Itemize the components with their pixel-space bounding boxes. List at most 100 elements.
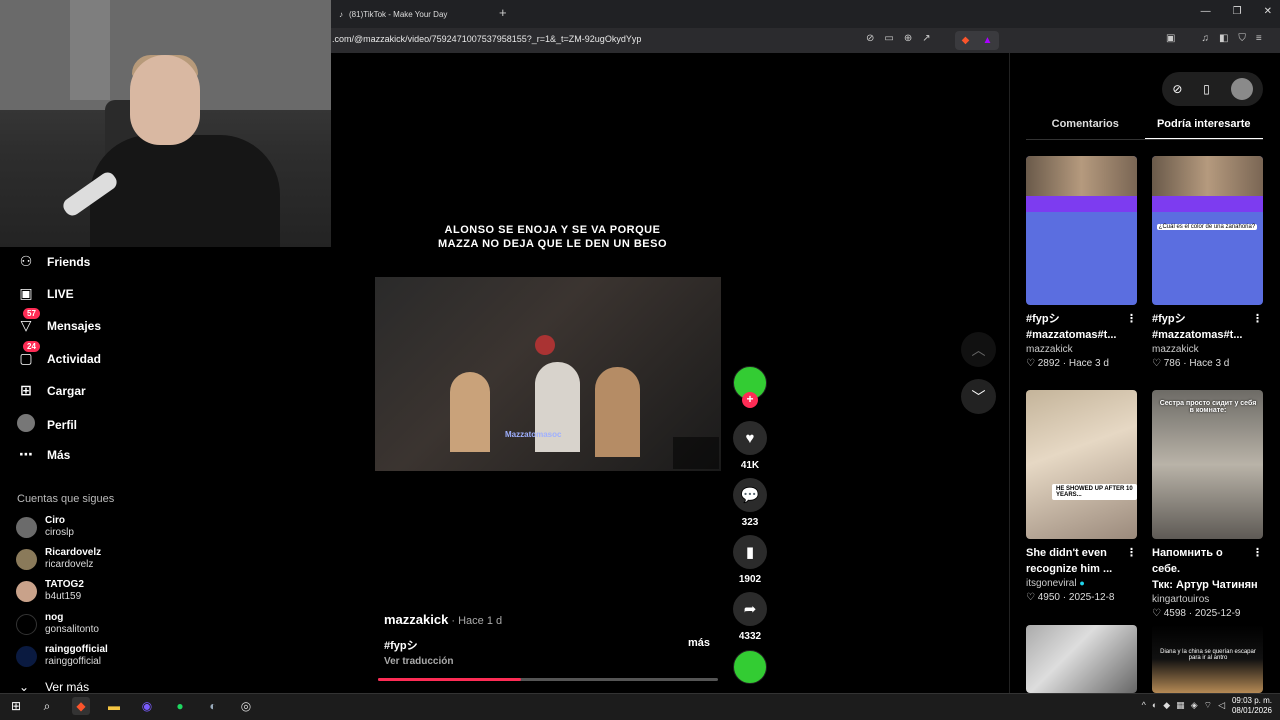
- video-thumbnail: [1026, 625, 1137, 693]
- user-avatar[interactable]: [1230, 78, 1253, 100]
- more-button[interactable]: más: [688, 637, 710, 649]
- video-author[interactable]: mazzakick · Hace 1 d: [384, 612, 502, 627]
- vpn-icon[interactable]: ⛉: [1238, 33, 1246, 44]
- discord-icon[interactable]: ◉: [138, 697, 156, 715]
- video-progress-bar[interactable]: [378, 678, 718, 681]
- brave-browser-icon[interactable]: ◆: [72, 697, 90, 715]
- clock[interactable]: 09:03 p. m. 08/01/2026: [1232, 696, 1272, 716]
- progress-fill: [378, 678, 521, 681]
- upload-icon: ⊞: [20, 382, 32, 398]
- brave-rewards-icon[interactable]: ▲: [982, 35, 992, 46]
- recommended-video-card[interactable]: ¿Cuál es el color de una zanahoria? #fyp…: [1152, 156, 1263, 369]
- heart-outline-icon: ♡: [1152, 608, 1161, 619]
- heart-outline-icon: ♡: [1152, 358, 1161, 369]
- restore-icon[interactable]: ❐: [1233, 6, 1242, 17]
- recommended-video-card[interactable]: Сестра просто сидит у себя в комнате: На…: [1152, 390, 1263, 619]
- steam-tray-icon[interactable]: ◐: [1152, 700, 1157, 711]
- friends-icon: ⚇: [19, 253, 33, 269]
- heart-outline-icon: ♡: [1026, 592, 1035, 603]
- tab-comments[interactable]: Comentarios: [1026, 116, 1145, 140]
- phone-icon[interactable]: ▯: [1203, 82, 1210, 96]
- brave-shields[interactable]: ◆ ▲: [955, 31, 999, 50]
- avatar: [16, 580, 37, 602]
- heart-icon: ♥: [745, 429, 755, 447]
- taskbar: [0, 693, 1280, 720]
- recommended-video-card[interactable]: #fypシ ⋮ #mazzatomas#t... mazzakick ♡ 2892…: [1026, 156, 1137, 369]
- url-text[interactable]: .com/@mazzakick/video/759247100753795815…: [332, 34, 641, 44]
- recommended-video-card[interactable]: [1026, 625, 1137, 693]
- following-account[interactable]: nog gonsalitonto: [16, 612, 99, 636]
- music-icon[interactable]: ♫: [1201, 33, 1209, 44]
- browser-tab[interactable]: ♪ (81)TikTok - Make Your Day: [331, 2, 491, 26]
- app-tray-icon[interactable]: ◆: [1163, 700, 1170, 711]
- network-icon[interactable]: ▦: [1176, 700, 1185, 711]
- sidebar-item-upload[interactable]: ⊞ Cargar: [17, 382, 86, 399]
- chevron-down-icon: ﹀: [971, 388, 986, 405]
- sidebar-item-more[interactable]: ⋯ Más: [17, 446, 70, 463]
- translate-link[interactable]: Ver traducción: [384, 656, 453, 667]
- next-video-button[interactable]: ﹀: [961, 379, 996, 414]
- file-explorer-icon[interactable]: ▬: [105, 697, 123, 715]
- video-thumbnail: Сестра просто сидит у себя в комнате:: [1152, 390, 1263, 539]
- more-options-icon[interactable]: ⋮: [1252, 545, 1263, 577]
- sidebar-item-activity[interactable]: ▢ 24 Actividad: [17, 341, 101, 367]
- tab-recommended[interactable]: Podría interesarte: [1144, 116, 1263, 140]
- reader-icon[interactable]: ▣: [1166, 33, 1175, 44]
- following-account[interactable]: Ciro ciroslp: [16, 515, 74, 539]
- search-icon[interactable]: ⌕: [38, 697, 56, 715]
- zoom-icon[interactable]: ⊕: [904, 33, 912, 44]
- volume-icon[interactable]: ◁: [1218, 700, 1225, 711]
- sidebar-item-profile[interactable]: Perfil: [17, 414, 77, 435]
- video-thumbnail: [1026, 156, 1137, 305]
- new-tab-button[interactable]: +: [499, 5, 507, 20]
- video-player[interactable]: Mazzatomasoc: [375, 277, 721, 471]
- follow-button[interactable]: +: [742, 392, 758, 408]
- more-options-icon[interactable]: ⋮: [1126, 545, 1137, 561]
- menu-icon[interactable]: ≡: [1256, 33, 1262, 44]
- following-account[interactable]: TATOG2 b4ut159: [16, 579, 84, 603]
- share-button[interactable]: ➦: [733, 592, 767, 626]
- save-button[interactable]: ▮: [733, 535, 767, 569]
- see-more-link[interactable]: ⌄ Ver más: [19, 680, 89, 694]
- more-options-icon[interactable]: ⋮: [1252, 311, 1263, 327]
- previous-video-button[interactable]: ︿: [961, 332, 996, 367]
- sidebar-item-friends[interactable]: ⚇ Friends: [17, 253, 91, 270]
- block-icon[interactable]: ⊘: [866, 33, 874, 44]
- video-watermark: Mazzatomasoc: [505, 430, 562, 439]
- close-icon[interactable]: ✕: [1264, 6, 1272, 17]
- bookmark-icon: ▮: [745, 544, 755, 561]
- following-account[interactable]: Ricardovelz ricardovelz: [16, 547, 101, 571]
- more-options-icon[interactable]: ⋮: [1126, 311, 1137, 327]
- windows-start-icon[interactable]: ⊞: [7, 697, 25, 715]
- avatar: [16, 548, 37, 570]
- panel-tabs: Comentarios Podría interesarte: [1026, 116, 1263, 140]
- share-icon[interactable]: ↗: [922, 33, 930, 44]
- sidebar-item-live[interactable]: ▣ LIVE: [17, 285, 73, 302]
- messages-badge: 57: [23, 308, 40, 319]
- obs-icon[interactable]: ◎: [237, 697, 255, 715]
- spotify-icon[interactable]: ●: [171, 697, 189, 715]
- cast-icon[interactable]: ▭: [884, 33, 893, 44]
- address-icons: ⊘ ▭ ⊕ ↗: [866, 33, 931, 44]
- comment-button[interactable]: 💬: [733, 478, 767, 512]
- recommended-video-card[interactable]: Diana y la china se querían escapar para…: [1152, 625, 1263, 693]
- like-button[interactable]: ♥: [733, 421, 767, 455]
- tiktok-icon: ♪: [339, 9, 343, 19]
- sidebar-item-messages[interactable]: ▽ 57 Mensajes: [17, 308, 101, 334]
- toolbar-icons: ▣ ♫ ◧ ⛉ ≡: [1166, 33, 1262, 44]
- brave-shield-icon[interactable]: ◆: [962, 35, 970, 46]
- sidebar-icon[interactable]: ◧: [1219, 33, 1228, 44]
- recommended-video-card[interactable]: HE SHOWED UP AFTER 10 YEARS... She didn'…: [1026, 390, 1137, 603]
- avatar: [16, 613, 37, 635]
- steam-icon[interactable]: ◐: [204, 697, 222, 715]
- video-thumbnail: ¿Cuál es el color de una zanahoria?: [1152, 156, 1263, 305]
- sound-avatar[interactable]: [733, 650, 767, 684]
- minimize-icon[interactable]: —: [1201, 6, 1211, 17]
- wifi-icon[interactable]: ⌔: [1204, 700, 1212, 711]
- messages-icon: ▽ 57: [17, 308, 40, 334]
- following-account[interactable]: rainggofficial rainggofficial: [16, 644, 108, 668]
- app-tray-icon[interactable]: ◈: [1191, 700, 1198, 711]
- top-actions: ⊘ ▯: [1162, 72, 1263, 106]
- compass-icon[interactable]: ⊘: [1172, 82, 1182, 96]
- chevron-up-icon[interactable]: ^: [1142, 700, 1146, 711]
